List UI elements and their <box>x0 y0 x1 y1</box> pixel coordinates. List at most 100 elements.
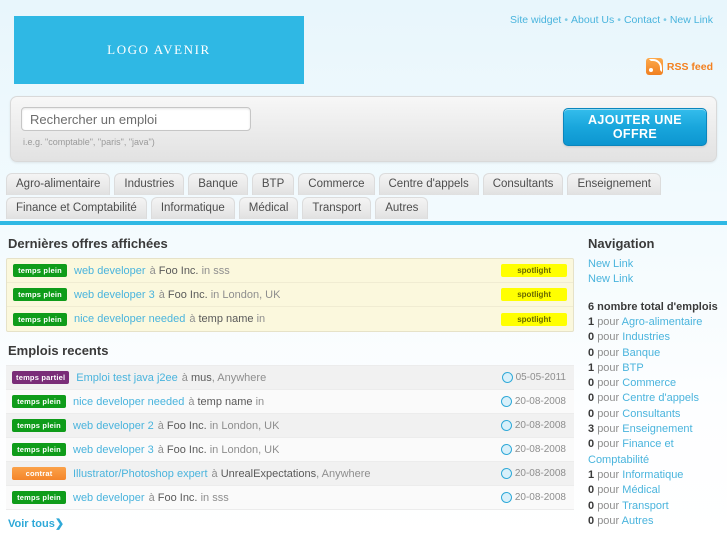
category-count: 0 <box>588 407 595 420</box>
job-title-link[interactable]: web developer <box>73 492 145 504</box>
table-row[interactable]: temps plein nice developer needed à temp… <box>6 390 574 414</box>
recent-job-list: temps partiel Emploi test java j2ee à mu… <box>6 365 574 510</box>
rss-feed-link[interactable]: RSS feed <box>645 58 713 75</box>
sidebar-category-commerce[interactable]: Commerce <box>622 377 676 389</box>
pour-label: pour <box>597 392 620 405</box>
job-date: 20-08-2008 <box>500 396 568 407</box>
sidebar-category-autres[interactable]: Autres <box>622 515 654 527</box>
category-count: 0 <box>588 499 595 512</box>
tab-btp[interactable]: BTP <box>251 173 295 195</box>
sidebar-category-centre-dappels[interactable]: Centre d'appels <box>622 392 699 404</box>
tab-medical[interactable]: Médical <box>238 197 299 219</box>
pour-label: pour <box>597 499 620 512</box>
job-title-link[interactable]: Emploi test java j2ee <box>76 372 178 384</box>
table-row[interactable]: contrat Illustrator/Photoshop expert à U… <box>6 462 574 486</box>
job-meta: à Foo Inc. in London, UK <box>158 420 280 432</box>
job-meta: à temp name in <box>188 396 264 408</box>
table-row[interactable]: temps plein web developer 3 à Foo Inc. i… <box>7 283 573 307</box>
table-row[interactable]: temps plein nice developer needed à temp… <box>7 307 573 331</box>
clock-icon <box>501 372 513 383</box>
top-navigation: Site widget • About Us • Contact • New Link <box>510 14 713 26</box>
job-meta: à temp name in <box>189 313 265 325</box>
job-company: Foo Inc. <box>157 491 198 504</box>
top-link-separator: • <box>617 14 621 26</box>
top-link-site-widget[interactable]: Site widget <box>510 14 561 26</box>
sidebar-category-agro-alimentaire[interactable]: Agro-alimentaire <box>622 316 703 328</box>
logo-text: LOGO AVENIR <box>107 42 211 57</box>
view-all-jobs-link[interactable]: Voir tous❯ <box>8 517 64 530</box>
list-item: 1 pour Informatique <box>588 468 727 483</box>
job-at: à <box>158 288 165 301</box>
job-title-link[interactable]: nice developer needed <box>74 313 185 325</box>
list-item: 0 pour Finance et Comptabilité <box>588 437 727 468</box>
job-type-badge: contrat <box>12 467 66 480</box>
sidebar-category-enseignement[interactable]: Enseignement <box>622 423 692 435</box>
sidebar-category-banque[interactable]: Banque <box>622 347 660 359</box>
job-title-link[interactable]: web developer <box>74 265 146 277</box>
main-column: Dernières offres affichées temps plein w… <box>0 225 580 530</box>
tab-transport[interactable]: Transport <box>302 197 372 219</box>
sidebar-category-informatique[interactable]: Informatique <box>622 469 683 481</box>
sidebar-item-new-link-1[interactable]: New Link <box>588 257 727 272</box>
category-tabs: Agro-alimentaire Industries Banque BTP C… <box>0 173 727 219</box>
site-logo[interactable]: LOGO AVENIR <box>14 16 304 84</box>
tab-centre-dappels[interactable]: Centre d'appels <box>378 173 479 195</box>
tab-consultants[interactable]: Consultants <box>482 173 564 195</box>
status-badge: spotlight <box>501 288 567 301</box>
sidebar-item-new-link-2[interactable]: New Link <box>588 272 727 287</box>
job-title-link[interactable]: Illustrator/Photoshop expert <box>73 468 208 480</box>
table-row[interactable]: temps plein web developer à Foo Inc. in … <box>6 486 574 510</box>
table-row[interactable]: temps plein web developer à Foo Inc. in … <box>7 259 573 283</box>
tab-agro-alimentaire[interactable]: Agro-alimentaire <box>6 173 111 195</box>
tab-finance-et-comptabilite[interactable]: Finance et Comptabilité <box>6 197 147 219</box>
tab-industries[interactable]: Industries <box>114 173 185 195</box>
job-title-link[interactable]: web developer 3 <box>74 289 155 301</box>
page-root: LOGO AVENIR Site widget • About Us • Contact… <box>0 0 727 545</box>
tab-enseignement[interactable]: Enseignement <box>567 173 661 195</box>
sidebar-category-medical[interactable]: Médical <box>622 484 660 496</box>
pour-label: pour <box>597 468 620 481</box>
job-title-link[interactable]: web developer 2 <box>73 420 154 432</box>
clock-icon <box>500 396 512 407</box>
job-in: in <box>255 395 265 408</box>
job-location: sss <box>213 264 230 277</box>
job-date-value: 20-08-2008 <box>514 444 566 455</box>
sidebar-category-btp[interactable]: BTP <box>622 362 643 374</box>
job-location: Anywhere <box>217 371 267 384</box>
job-date: 20-08-2008 <box>500 444 568 455</box>
sidebar-category-transport[interactable]: Transport <box>622 500 669 512</box>
job-date-value: 20-08-2008 <box>514 492 566 503</box>
top-link-about-us[interactable]: About Us <box>571 14 614 26</box>
job-in: in <box>209 419 219 432</box>
table-row[interactable]: temps partiel Emploi test java j2ee à mu… <box>6 366 574 390</box>
list-item: 0 pour Industries <box>588 330 727 345</box>
tab-commerce[interactable]: Commerce <box>298 173 375 195</box>
sidebar-category-industries[interactable]: Industries <box>622 331 670 343</box>
list-item: 0 pour Consultants <box>588 407 727 422</box>
job-title-link[interactable]: web developer 3 <box>73 444 154 456</box>
job-in: in <box>210 288 220 301</box>
top-link-separator: • <box>564 14 569 26</box>
add-job-offer-button[interactable]: AJOUTER UNE OFFRE <box>563 108 707 146</box>
job-at: à <box>181 371 188 384</box>
search-input[interactable] <box>21 107 251 131</box>
list-item: 0 pour Autres <box>588 514 727 529</box>
tab-banque[interactable]: Banque <box>188 173 248 195</box>
list-item: 3 pour Enseignement <box>588 422 727 437</box>
table-row[interactable]: temps plein web developer 3 à Foo Inc. i… <box>6 438 574 462</box>
job-title-link[interactable]: nice developer needed <box>73 396 184 408</box>
tab-informatique[interactable]: Informatique <box>150 197 235 219</box>
table-row[interactable]: temps plein web developer 2 à Foo Inc. i… <box>6 414 574 438</box>
top-link-contact[interactable]: Contact <box>624 14 660 26</box>
job-company: temp name <box>197 395 253 408</box>
job-type-badge: temps plein <box>13 312 67 326</box>
tab-autres[interactable]: Autres <box>375 197 429 219</box>
sidebar-category-consultants[interactable]: Consultants <box>622 408 680 420</box>
job-date-value: 05-05-2011 <box>515 372 566 383</box>
top-link-new-link[interactable]: New Link <box>670 14 713 26</box>
clock-icon <box>500 444 512 455</box>
job-at: à <box>149 264 156 277</box>
category-count: 0 <box>588 484 595 497</box>
category-count: 1 <box>588 361 595 374</box>
job-location: London, UK <box>221 443 280 456</box>
